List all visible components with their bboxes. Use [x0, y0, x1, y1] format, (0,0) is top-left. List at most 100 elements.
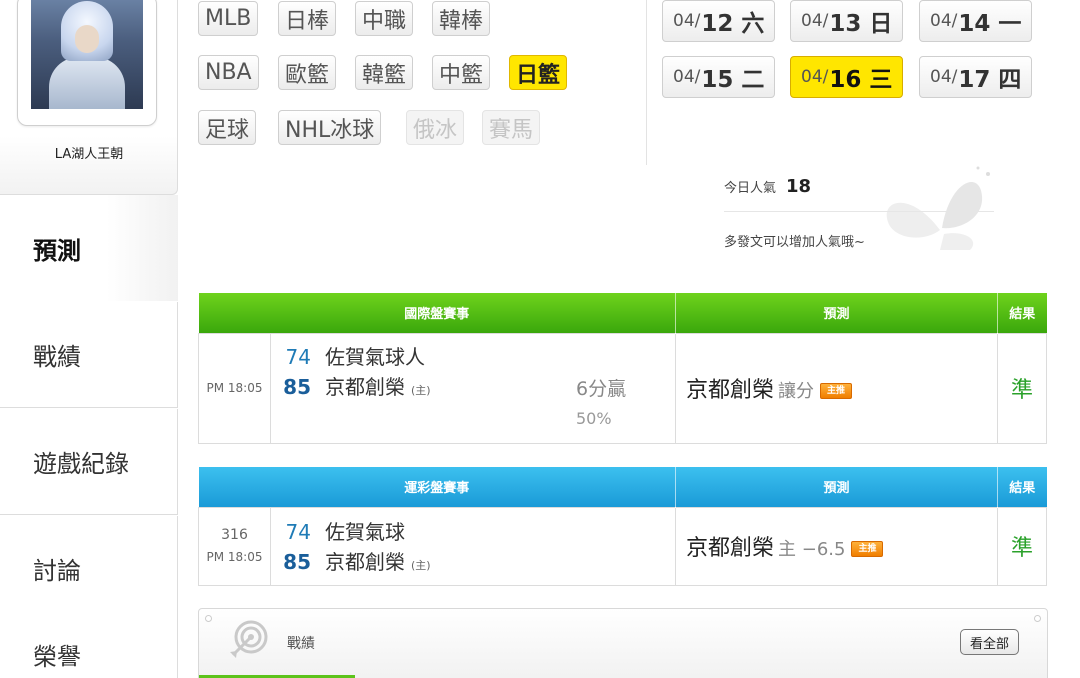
profile-name[interactable]: LA湖人王朝: [0, 143, 178, 162]
table-row: 316 PM 18:05 74 佐賀氣球 85 京都創榮 (主) 京都創榮主 −…: [198, 506, 1048, 586]
avatar[interactable]: [31, 0, 143, 109]
date-0412[interactable]: 04/12 六: [662, 0, 776, 42]
match-code: 316: [221, 527, 248, 543]
away-team-line: 74 佐賀氣球人: [271, 342, 675, 372]
prediction-type: 讓分: [778, 381, 815, 402]
date-prefix: 04/: [930, 11, 958, 31]
header-result: 結果: [997, 293, 1047, 333]
sport-tag-kr-basketball[interactable]: 韓籃: [355, 55, 414, 90]
sport-tag-nhl[interactable]: NHL冰球: [278, 110, 382, 145]
date-day: 17 四: [958, 67, 1022, 93]
nav-item-honors[interactable]: 榮譽: [0, 619, 178, 678]
sport-tag-mlb[interactable]: MLB: [198, 1, 259, 36]
sport-tag-kbo[interactable]: 韓棒: [432, 1, 491, 36]
header-result: 結果: [997, 467, 1047, 507]
header-prediction: 預測: [675, 293, 999, 333]
avatar-frame[interactable]: [17, 0, 157, 126]
prediction-cell: 京都創榮 讓分 主推: [675, 332, 999, 444]
nav-label: 遊戲紀錄: [33, 450, 129, 478]
prediction-type: 主 −6.5: [778, 539, 846, 560]
home-score: 85: [283, 550, 311, 574]
record-panel: 戰績 看全部: [198, 608, 1048, 678]
away-team-line: 74 佐賀氣球: [271, 517, 675, 547]
corner-dot: [1034, 615, 1041, 622]
result-text: 準: [1011, 536, 1034, 561]
home-team[interactable]: 京都創榮: [325, 372, 405, 402]
main-pick-badge: 主推: [851, 541, 884, 557]
sport-tag-nba[interactable]: NBA: [198, 55, 259, 90]
popularity-hint: 多發文可以增加人氣哦~: [724, 235, 865, 250]
prediction-cell: 京都創榮主 −6.5 主推: [675, 506, 999, 586]
date-day: 12 六: [701, 11, 765, 37]
home-mark: (主): [411, 384, 431, 397]
prediction-team: 京都創榮: [686, 536, 775, 561]
spread-text: 6分贏: [576, 378, 627, 400]
away-team[interactable]: 佐賀氣球: [325, 517, 405, 547]
time-text: PM 18:05: [206, 550, 263, 564]
sport-tag-cpbl[interactable]: 中職: [355, 1, 414, 36]
date-0417[interactable]: 04/17 四: [919, 56, 1033, 98]
date-0413[interactable]: 04/13 日: [790, 0, 904, 42]
nav-item-discussion[interactable]: 討論: [0, 516, 178, 622]
sport-tag-khl: 俄冰: [406, 110, 465, 145]
sidebar: LA湖人王朝 預測 戰績 遊戲紀錄 討論 榮譽: [0, 0, 178, 678]
main-pick-badge: 主推: [820, 383, 853, 399]
lottery-prediction-table: 運彩盤賽事 預測 結果 316 PM 18:05 74 佐賀氣球 85 京都創榮…: [198, 467, 1048, 586]
date-prefix: 04/: [930, 67, 958, 87]
match-time: 316 PM 18:05: [198, 506, 271, 586]
date-0414[interactable]: 04/14 一: [919, 0, 1033, 42]
away-score: 74: [285, 520, 311, 544]
date-0416[interactable]: 04/16 三: [790, 56, 904, 98]
sport-tag-jp-baseball[interactable]: 日棒: [278, 1, 337, 36]
header-prediction: 預測: [675, 467, 999, 507]
date-prefix: 04/: [673, 11, 701, 31]
date-day: 16 三: [829, 67, 893, 93]
time-text: PM 18:05: [206, 381, 263, 395]
record-panel-title: 戰績: [287, 636, 315, 652]
date-day: 13 日: [829, 11, 893, 37]
popularity-label: 今日人氣: [724, 181, 777, 196]
date-day: 15 二: [701, 67, 765, 93]
match-teams: 74 佐賀氣球 85 京都創榮 (主): [269, 506, 677, 586]
profile-card: LA湖人王朝: [0, 0, 178, 195]
popularity: 今日人氣 18: [724, 176, 811, 197]
nav-item-game-log[interactable]: 遊戲紀錄: [0, 409, 178, 515]
butterfly-decoration-icon: [886, 166, 990, 250]
away-score: 74: [285, 345, 311, 369]
nav-label: 討論: [33, 557, 81, 585]
view-all-button[interactable]: 看全部: [959, 629, 1019, 655]
date-prefix: 04/: [673, 67, 701, 87]
home-team[interactable]: 京都創榮: [325, 547, 405, 577]
sport-tag-jp-basketball[interactable]: 日籃: [509, 55, 568, 90]
sport-tag-cn-basketball[interactable]: 中籃: [432, 55, 491, 90]
sport-tag-euro-basketball[interactable]: 歐籃: [278, 55, 337, 90]
result-cell: 準: [997, 332, 1048, 444]
date-0415[interactable]: 04/15 二: [662, 56, 776, 98]
popularity-value: 18: [786, 176, 812, 197]
target-icon: [230, 620, 268, 658]
match-time: PM 18:05: [198, 332, 271, 444]
prediction-team: 京都創榮: [686, 378, 775, 403]
percent-text: 50%: [576, 409, 612, 428]
home-team-line: 85 京都創榮 (主): [271, 547, 675, 581]
nav-item-record[interactable]: 戰績: [0, 302, 178, 408]
result-text: 準: [1011, 378, 1034, 403]
sport-tag-soccer[interactable]: 足球: [198, 110, 257, 145]
home-mark: (主): [411, 559, 431, 572]
date-prefix: 04/: [801, 67, 829, 87]
header-match: 運彩盤賽事: [198, 467, 677, 507]
away-team[interactable]: 佐賀氣球人: [325, 342, 425, 372]
divider: [724, 211, 994, 212]
result-cell: 準: [997, 506, 1048, 586]
intl-prediction-table: 國際盤賽事 預測 結果 PM 18:05 74 佐賀氣球人 85 京都創榮 (主…: [198, 293, 1048, 444]
sport-tag-horse-racing: 賽馬: [482, 110, 541, 145]
nav-item-predict[interactable]: 預測: [0, 195, 178, 301]
nav-label: 戰績: [33, 343, 81, 371]
date-day: 14 一: [958, 11, 1022, 37]
nav-label: 預測: [33, 236, 81, 265]
match-teams: 74 佐賀氣球人 85 京都創榮 (主) 6分贏 50%: [269, 332, 677, 444]
table-row: PM 18:05 74 佐賀氣球人 85 京都創榮 (主) 6分贏 50% 京都…: [198, 332, 1048, 444]
date-prefix: 04/: [801, 11, 829, 31]
spread-info: 6分贏 50%: [576, 374, 626, 434]
divider: [646, 0, 647, 165]
